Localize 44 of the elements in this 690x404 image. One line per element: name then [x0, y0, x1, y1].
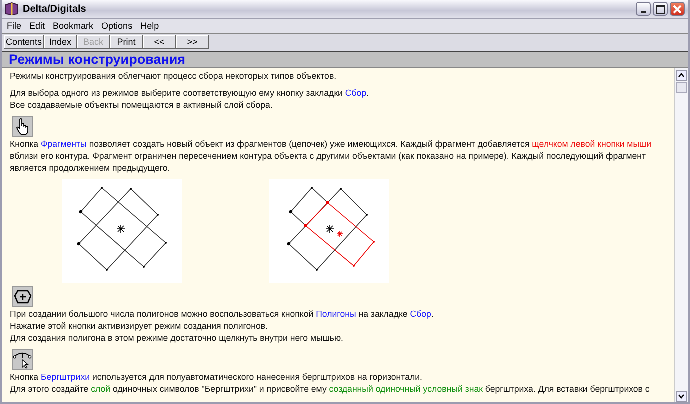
curve-cursor-icon [13, 350, 32, 368]
menu-item[interactable]: Help [140, 21, 160, 31]
polygon-plus-icon [14, 288, 32, 304]
minimize-button[interactable] [636, 2, 651, 16]
paragraph-text: Для создания полигона в этом режиме достаточно щелкнуть внутри него мышью. [10, 332, 344, 344]
page-heading: Режимы конструирования [9, 52, 186, 67]
link[interactable]: Полигоны [316, 309, 356, 319]
link[interactable]: Фрагменты [41, 139, 87, 149]
paragraph-text: Кнопка Фрагменты позволяет создать новый объект из фрагментов (цепочек) уже имеющихся. Каждый фрагмент добавляется щелчком левой кнопки мыши вблизи его контура. Фрагмент ограничен пересечением контура объекта с другими объектами (как показано на примере). Каждый последующий фрагмент является продолжением предыдущего. [10, 138, 653, 174]
toolbar-button[interactable]: << [143, 35, 176, 49]
paragraph-text: Нажатие этой кнопки активизирует режим создания полигонов. [10, 320, 270, 332]
term-link[interactable]: слой [91, 384, 111, 394]
toolbar-button[interactable]: >> [176, 35, 210, 49]
window-title: Delta/Digitals [23, 4, 86, 14]
link[interactable]: Сбор [345, 88, 367, 98]
link[interactable]: Бергштрихи [41, 372, 90, 382]
hand-tool-button[interactable] [12, 116, 33, 137]
close-button[interactable] [670, 2, 685, 16]
maximize-icon [656, 4, 665, 14]
maximize-button[interactable] [653, 2, 668, 16]
hatch-tool-button[interactable] [12, 349, 33, 370]
close-icon [673, 4, 682, 14]
paragraph-text: Режимы конструирования облегчают процесс сбора некоторых типов объектов. [10, 70, 338, 82]
paragraph-text: Для выбора одного из режимов выберите соответствующую ему кнопку закладки Сбор. [10, 87, 370, 99]
toolbar-button[interactable]: Print [110, 35, 144, 49]
term-link[interactable]: созданный одиночный условный знак [329, 384, 483, 394]
paragraph-text: Все создаваемые объекты помещаются в активный слой сбора. [10, 99, 274, 111]
menu-item[interactable]: Options [102, 21, 133, 31]
toolbar-button[interactable]: Index [44, 35, 78, 49]
paragraph-text: При создании большого числа полигонов можно воспользоваться кнопкой Полигоны на закладке Сбор. [10, 308, 435, 320]
book-icon [5, 2, 19, 16]
paragraph-text: Кнопка Бергштрихи используется для полуавтоматического нанесения бергштрихов на горизонтали. [10, 371, 424, 383]
paragraph-text: Для этого создайте слой одиночных символов "Бергштрихи" и присвойте ему созданный одиночный условный знак бергштриха. Для вставки бергштрихов с [10, 383, 651, 395]
polygon-tool-button[interactable] [12, 286, 33, 307]
scroll-thumb[interactable] [676, 82, 687, 93]
link[interactable]: Сбор [410, 309, 432, 319]
menu-item[interactable]: Edit [30, 21, 46, 31]
hand-pointer-icon [14, 118, 30, 136]
menu-item[interactable]: Bookmark [53, 21, 94, 31]
scroll-up-icon [676, 70, 687, 81]
toolbar-button[interactable]: Contents [4, 35, 44, 49]
vertical-scrollbar[interactable] [674, 68, 688, 402]
menu-item[interactable]: File [7, 21, 22, 31]
action-link[interactable]: щелчком левой кнопки мыши [532, 139, 652, 149]
